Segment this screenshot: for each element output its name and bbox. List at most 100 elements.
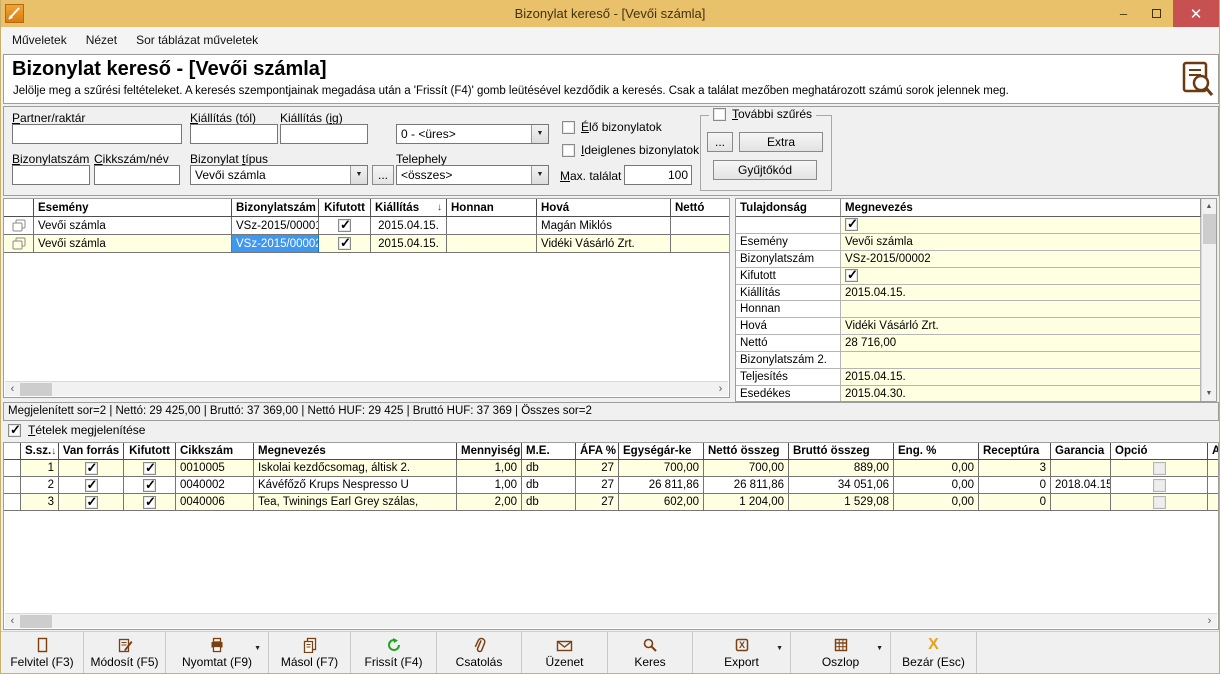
- chevron-down-icon[interactable]: ▼: [254, 645, 261, 652]
- col-netto[interactable]: Nettó: [671, 199, 730, 217]
- gyujtokod-button[interactable]: Gyűjtőkód: [713, 160, 817, 180]
- row-indicator-header[interactable]: [4, 443, 21, 460]
- cikkszam-input[interactable]: [94, 165, 180, 185]
- col-hova[interactable]: Hová: [537, 199, 671, 217]
- property-row[interactable]: Kiállítás2015.04.15.: [736, 285, 1216, 302]
- cell-esemeny[interactable]: Vevői számla: [34, 235, 232, 253]
- uzenet-button[interactable]: Üzenet: [522, 632, 608, 673]
- chevron-down-icon[interactable]: ▼: [531, 166, 548, 184]
- property-row[interactable]: Esedékes2015.04.30.: [736, 386, 1216, 402]
- property-row[interactable]: Nettó28 716,00: [736, 335, 1216, 352]
- keres-button[interactable]: Keres: [608, 632, 693, 673]
- col-megnevezes[interactable]: Megnevezés: [254, 443, 457, 460]
- menu-nezet[interactable]: Nézet: [78, 29, 125, 51]
- opcio-checkbox[interactable]: [1153, 462, 1166, 475]
- kiallitas-tol-input[interactable]: [190, 124, 278, 144]
- bizonylat-tipus-more-button[interactable]: ...: [372, 165, 394, 185]
- cell-honnan[interactable]: [447, 217, 537, 235]
- table-row-selected[interactable]: Vevői számla VSz-2015/00002 2015.04.15. …: [4, 235, 729, 253]
- cell-netto[interactable]: [671, 217, 730, 235]
- nyomtat-button[interactable]: Nyomtat (F9) ▼: [166, 632, 269, 673]
- col-tulajdonsag[interactable]: Tulajdonság: [736, 199, 841, 217]
- col-brutto-osszeg[interactable]: Bruttó összeg: [789, 443, 894, 460]
- col-garancia[interactable]: Garancia: [1051, 443, 1111, 460]
- row-indicator-header[interactable]: [4, 199, 34, 217]
- detail-row[interactable]: 2 0040002 Kávéfőző Krups Nespresso U 1,0…: [4, 477, 1218, 494]
- col-netto-osszeg[interactable]: Nettó összeg: [704, 443, 789, 460]
- cell-hova[interactable]: Vidéki Vásárló Zrt.: [537, 235, 671, 253]
- kifutott-checkbox[interactable]: [143, 479, 156, 492]
- col-cikkszam[interactable]: Cikkszám: [176, 443, 254, 460]
- property-checkbox[interactable]: [845, 269, 858, 282]
- bezar-button[interactable]: X Bezár (Esc): [891, 632, 977, 673]
- col-kifutott[interactable]: Kifutott: [319, 199, 371, 217]
- property-grid-vscrollbar[interactable]: ▲ ▼: [1201, 199, 1216, 401]
- kifutott-checkbox[interactable]: [338, 219, 351, 232]
- minimize-button[interactable]: –: [1107, 0, 1140, 27]
- cell-kiallitas[interactable]: 2015.04.15.: [371, 235, 447, 253]
- modosit-button[interactable]: Módosít (F5): [84, 632, 166, 673]
- col-eng[interactable]: Eng. %: [894, 443, 979, 460]
- oszlop-button[interactable]: Oszlop ▼: [791, 632, 891, 673]
- col-egysegar[interactable]: Egységár-ke: [619, 443, 704, 460]
- tovabbi-more-button[interactable]: ...: [707, 132, 733, 152]
- col-opcio[interactable]: Opció: [1111, 443, 1208, 460]
- cell-esemeny[interactable]: Vevői számla: [34, 217, 232, 235]
- scroll-left-icon[interactable]: ‹: [5, 615, 20, 627]
- extra-button[interactable]: Extra: [739, 132, 823, 152]
- property-checkbox[interactable]: [845, 218, 858, 231]
- frissit-button[interactable]: Frissít (F4): [351, 632, 437, 673]
- col-receptura[interactable]: Receptúra: [979, 443, 1051, 460]
- property-row[interactable]: Bizonylatszám 2.: [736, 352, 1216, 369]
- property-row[interactable]: Honnan: [736, 301, 1216, 318]
- cell-kifutott[interactable]: [319, 235, 371, 253]
- scroll-thumb[interactable]: [1203, 214, 1216, 244]
- opcio-checkbox[interactable]: [1153, 496, 1166, 509]
- col-bizonylatszam[interactable]: Bizonylatszám: [232, 199, 319, 217]
- property-row[interactable]: Kifutott: [736, 268, 1216, 285]
- table-row[interactable]: Vevői számla VSz-2015/00001 2015.04.15. …: [4, 217, 729, 235]
- elo-bizonylatok-checkbox[interactable]: [562, 121, 575, 134]
- scroll-thumb[interactable]: [20, 383, 52, 396]
- scroll-thumb[interactable]: [20, 615, 52, 628]
- van-forras-checkbox[interactable]: [85, 479, 98, 492]
- cell-honnan[interactable]: [447, 235, 537, 253]
- col-kifutott[interactable]: Kifutott: [124, 443, 176, 460]
- kiallitas-ig-input[interactable]: [280, 124, 368, 144]
- main-table-hscrollbar[interactable]: ‹ ›: [5, 381, 728, 396]
- chevron-down-icon[interactable]: ▼: [531, 125, 548, 143]
- property-row[interactable]: EseményVevői számla: [736, 234, 1216, 251]
- tetelek-checkbox[interactable]: [8, 424, 21, 437]
- cell-bizonylatszam[interactable]: VSz-2015/00001: [232, 217, 319, 235]
- menu-sor-tablazat[interactable]: Sor táblázat műveletek: [128, 29, 266, 51]
- bizonylat-tipus-select[interactable]: Vevői számla ▼: [190, 165, 368, 185]
- scroll-left-icon[interactable]: ‹: [5, 383, 20, 395]
- cell-kiallitas[interactable]: 2015.04.15.: [371, 217, 447, 235]
- col-honnan[interactable]: Honnan: [447, 199, 537, 217]
- property-row[interactable]: Teljesítés2015.04.15.: [736, 369, 1216, 386]
- csatolas-button[interactable]: Csatolás: [437, 632, 522, 673]
- felvitel-button[interactable]: Felvitel (F3): [1, 632, 84, 673]
- cell-netto[interactable]: 28 716,00: [671, 235, 730, 253]
- telephely-select[interactable]: <összes> ▼: [396, 165, 549, 185]
- cell-bizonylatszam-selected[interactable]: VSz-2015/00002: [232, 235, 319, 253]
- property-row[interactable]: [736, 217, 1216, 234]
- van-forras-checkbox[interactable]: [85, 462, 98, 475]
- col-ssz[interactable]: S.sz.↓: [21, 443, 59, 460]
- col-me[interactable]: M.E.: [522, 443, 576, 460]
- cell-kifutott[interactable]: [319, 217, 371, 235]
- tovabbi-szures-checkbox[interactable]: [713, 108, 726, 121]
- opcio-checkbox[interactable]: [1153, 479, 1166, 492]
- row-copy-icon[interactable]: [4, 217, 34, 235]
- van-forras-checkbox[interactable]: [85, 496, 98, 509]
- col-van-forras[interactable]: Van forrás: [59, 443, 124, 460]
- detail-row[interactable]: 3 0040006 Tea, Twinings Earl Grey szálas…: [4, 494, 1218, 511]
- col-clipped[interactable]: A: [1208, 443, 1219, 460]
- bizonylatszam-input[interactable]: [12, 165, 90, 185]
- cell-hova[interactable]: Magán Miklós: [537, 217, 671, 235]
- export-button[interactable]: X Export ▼: [693, 632, 791, 673]
- masol-button[interactable]: Másol (F7): [269, 632, 351, 673]
- property-row[interactable]: BizonylatszámVSz-2015/00002: [736, 251, 1216, 268]
- scroll-right-icon[interactable]: ›: [713, 383, 728, 395]
- menu-muveletek[interactable]: Műveletek: [4, 29, 75, 51]
